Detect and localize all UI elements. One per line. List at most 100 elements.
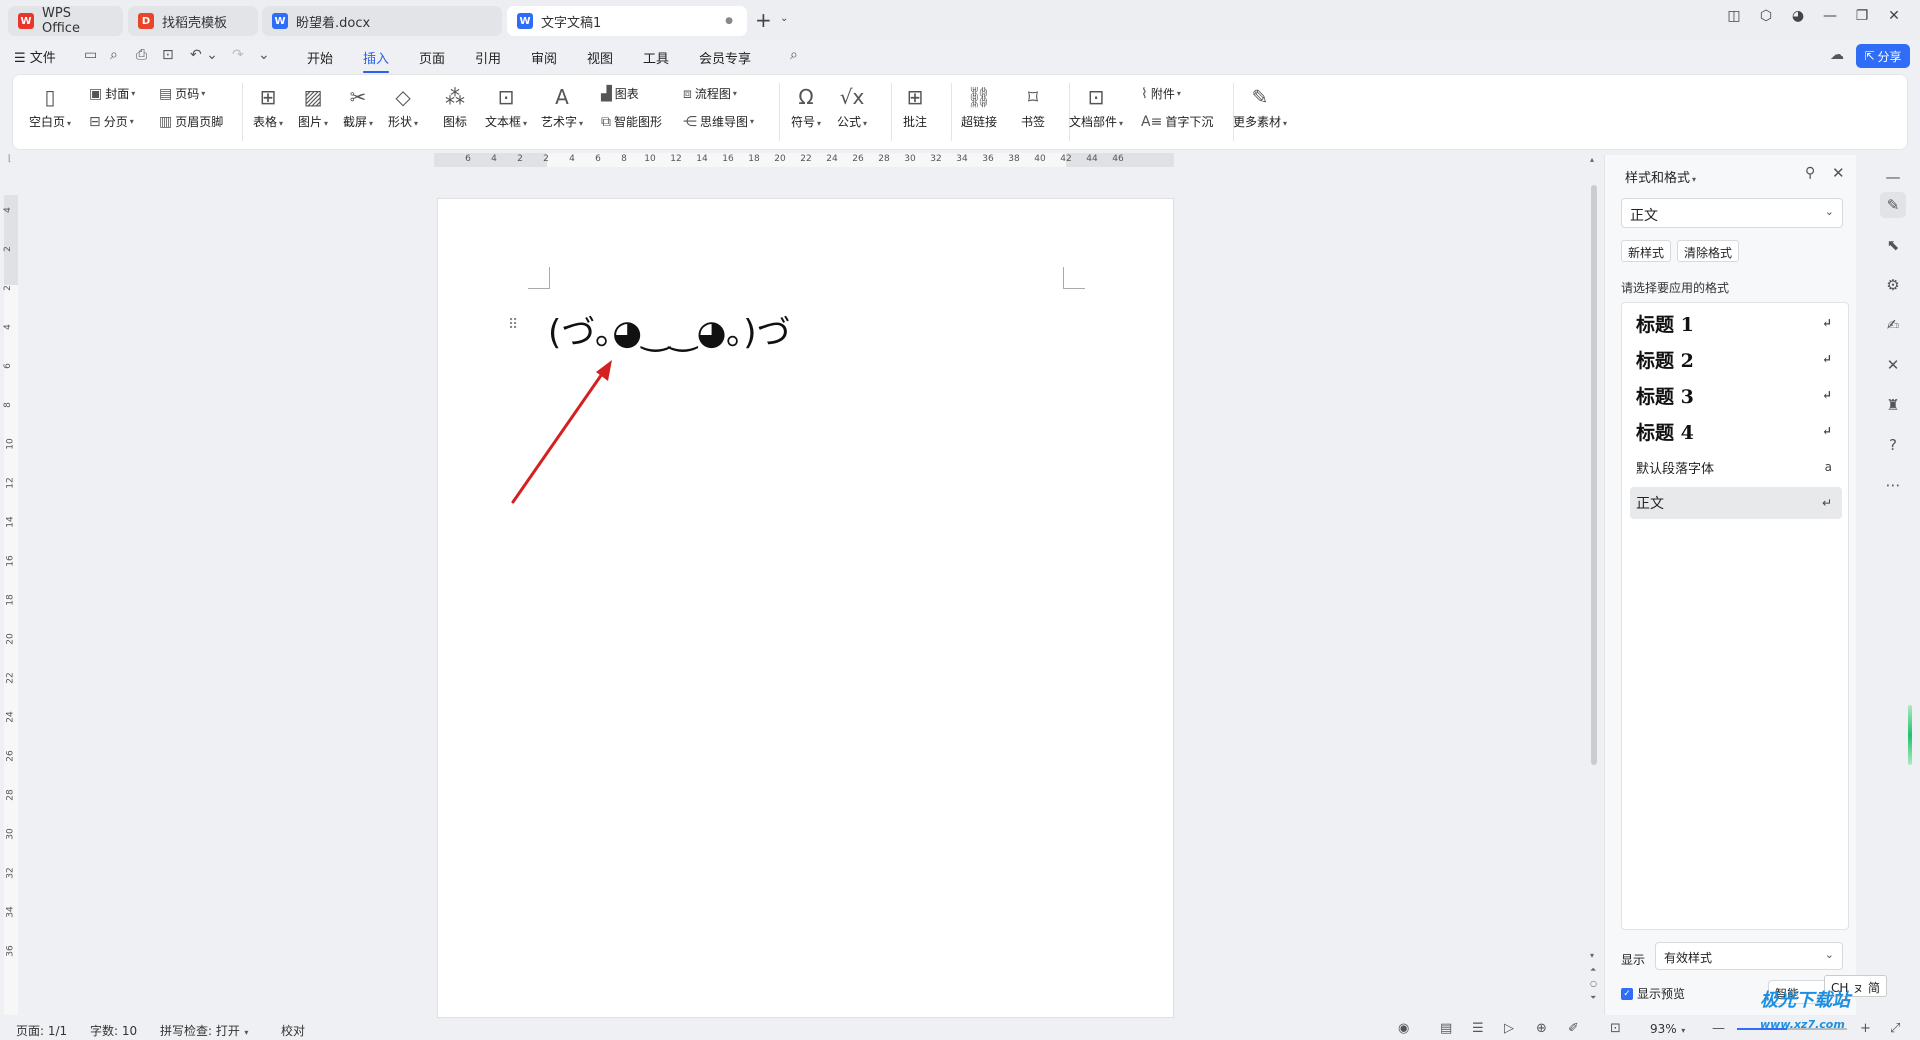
close-icon[interactable]: ✕ [1832, 164, 1845, 182]
header-footer-button[interactable]: ▥ 页眉页脚 [159, 113, 223, 130]
tab-home[interactable]: 开始 [307, 48, 333, 67]
tab-wps-office[interactable]: W WPS Office [8, 6, 123, 36]
tab-insert[interactable]: 插入 [363, 48, 390, 73]
style-heading-4[interactable]: 标题 4 ↵ [1630, 415, 1842, 447]
tab-page[interactable]: 页面 [419, 48, 445, 67]
save-icon[interactable]: ▭ [84, 47, 97, 63]
cloud-icon[interactable]: ☁ [1830, 47, 1844, 63]
comment-button[interactable]: ⊞ 批注 [903, 83, 927, 130]
eye-icon[interactable]: ◉ [1398, 1021, 1409, 1036]
page-number-button[interactable]: ▤ 页码 ▾ [159, 85, 205, 102]
panel-title[interactable]: 样式和格式 ▾ [1625, 167, 1696, 186]
style-body-text[interactable]: 正文 ↵ [1630, 487, 1842, 519]
help-icon[interactable]: ? [1880, 432, 1906, 458]
spell-check-status[interactable]: 拼写检查: 打开 ▾ [160, 1022, 248, 1039]
more-quick-access-icon[interactable]: ⌄ [258, 47, 270, 63]
select-cursor-icon[interactable]: ⬉ [1880, 232, 1906, 258]
chevron-down-icon[interactable]: ⌄ [780, 13, 788, 24]
vertical-ruler[interactable]: 4 2 2 4 6 8 10 12 14 16 18 20 22 24 26 28 30 32 34 36 [3, 195, 18, 1015]
redo-icon[interactable]: ↷ [232, 47, 244, 63]
close-window-icon[interactable]: ✕ [1878, 8, 1910, 24]
print-icon[interactable]: ⎙ [136, 47, 147, 63]
browse-object-icon[interactable]: ○ [1590, 979, 1597, 988]
search-icon[interactable]: ⌕ [790, 47, 798, 63]
scrollbar-thumb[interactable] [1591, 185, 1597, 765]
current-style-select[interactable]: 正文 ⌄ [1621, 198, 1843, 228]
screenshot-button[interactable]: ✂ 截屏 ▾ [343, 83, 373, 130]
clear-format-button[interactable]: 清除格式 [1677, 240, 1740, 262]
print-preview-icon[interactable]: ⊡ [162, 47, 174, 63]
show-preview-checkbox[interactable]: ✓ 显示预览 [1621, 985, 1685, 1002]
word-count[interactable]: 字数: 10 [90, 1022, 137, 1039]
ruler-corner-icon[interactable]: ⌊ [8, 154, 12, 164]
show-styles-select[interactable]: 有效样式 ⌄ [1655, 942, 1843, 970]
web-view-icon[interactable]: ⊕ [1536, 1021, 1547, 1036]
outline-view-icon[interactable]: ☰ [1472, 1021, 1484, 1036]
picture-button[interactable]: ▨ 图片 ▾ [298, 83, 328, 130]
file-menu[interactable]: ☰ 文件 [14, 47, 56, 66]
pen-icon[interactable]: ✐ [1568, 1021, 1579, 1036]
chart-button[interactable]: ▟ 图表 [601, 85, 639, 102]
attachment-button[interactable]: ⌇ 附件 ▾ [1141, 85, 1181, 102]
minimize-icon[interactable]: — [1814, 8, 1846, 24]
icon-button[interactable]: ⁂ 图标 [443, 83, 467, 130]
paragraph-drag-handle-icon[interactable]: ⠿ [508, 317, 518, 333]
tab-references[interactable]: 引用 [475, 48, 501, 67]
fullscreen-icon[interactable]: ⤢ [1890, 1021, 1900, 1036]
edit-doc-icon[interactable]: ✍ [1880, 312, 1906, 338]
tools-icon[interactable]: ✕ [1880, 352, 1906, 378]
new-style-button[interactable]: 新样式 [1621, 240, 1672, 262]
smart-graphic-button[interactable]: ⧉ 智能图形 [601, 113, 662, 130]
bookmark-button[interactable]: ⌑ 书签 [1021, 83, 1045, 130]
style-heading-3[interactable]: 标题 3 ↵ [1630, 379, 1842, 411]
share-button[interactable]: ⇱ 分享 [1856, 44, 1910, 68]
hyperlink-button[interactable]: ⛓ 超链接 [961, 83, 997, 130]
collapse-icon[interactable]: — [1880, 164, 1906, 190]
prev-page-icon[interactable]: ⏶ [1590, 965, 1596, 975]
tab-panwangzhe-docx[interactable]: W 盼望着.docx [262, 6, 502, 36]
page-view-icon[interactable]: ▤ [1440, 1021, 1452, 1036]
mindmap-button[interactable]: ⋲ 思维导图 ▾ [683, 113, 754, 130]
play-icon[interactable]: ▷ [1504, 1021, 1514, 1036]
tab-review[interactable]: 审阅 [531, 48, 557, 67]
tab-view[interactable]: 视图 [587, 48, 613, 67]
zoom-level[interactable]: 93% ▾ [1650, 1022, 1685, 1036]
shape-button[interactable]: ◇ 形状 ▾ [388, 83, 418, 130]
flowchart-button[interactable]: ⧈ 流程图 ▾ [683, 85, 737, 102]
zoom-out-icon[interactable]: — [1712, 1021, 1725, 1036]
proofread-button[interactable]: 校对 [281, 1022, 305, 1039]
style-heading-2[interactable]: 标题 2 ↵ [1630, 343, 1842, 375]
doc-parts-button[interactable]: ⊡ 文档部件 ▾ [1069, 83, 1123, 130]
document-text[interactable]: (づ｡◕‿‿◕｡)づ [548, 305, 791, 354]
table-button[interactable]: ⊞ 表格 ▾ [253, 83, 283, 130]
undo-icon[interactable]: ↶ ⌄ [190, 47, 218, 63]
more-materials-button[interactable]: ✎ 更多素材 ▾ [1233, 83, 1287, 130]
scroll-down-icon[interactable]: ▾ [1590, 951, 1594, 960]
tab-tools[interactable]: 工具 [643, 48, 669, 67]
more-dots-icon[interactable]: ⋯ [1880, 472, 1906, 498]
cube-icon[interactable]: ⬡ [1750, 8, 1782, 24]
style-default-paragraph-font[interactable]: 默认段落字体 a [1630, 451, 1842, 483]
blank-page-button[interactable]: ▯ 空白页 ▾ [29, 83, 71, 130]
horizontal-ruler[interactable]: 6 4 2 2 4 6 8 10 12 14 16 18 20 22 24 26 28 30 32 34 36 38 40 4… [434, 153, 1174, 167]
new-tab-plus-icon[interactable]: + [755, 8, 772, 32]
scroll-up-icon[interactable]: ▴ [1590, 155, 1594, 164]
restore-icon[interactable]: ❐ [1846, 8, 1878, 24]
page-break-button[interactable]: ⊟ 分页 ▾ [89, 113, 134, 130]
tab-docer-templates[interactable]: D 找稻壳模板 [128, 6, 258, 36]
wordart-button[interactable]: A 艺术字 ▾ [541, 83, 583, 130]
next-page-icon[interactable]: ⏷ [1590, 993, 1596, 1003]
style-pen-icon[interactable]: ✎ [1880, 192, 1906, 218]
tab-member[interactable]: 会员专享 [699, 48, 751, 67]
document-scrollbar[interactable]: ▴ ▾ ⏶ ○ ⏷ [1588, 155, 1602, 1015]
style-heading-1[interactable]: 标题 1 ↵ [1630, 307, 1842, 339]
pin-icon[interactable]: ⚲ [1805, 165, 1815, 181]
tab-document-1[interactable]: W 文字文稿1 ● [507, 6, 747, 36]
drop-cap-button[interactable]: A≡ 首字下沉 [1141, 113, 1213, 130]
avatar-icon[interactable]: ◕ [1782, 8, 1814, 24]
layout-icon[interactable]: ◫ [1718, 8, 1750, 24]
cover-button[interactable]: ▣ 封面 ▾ [89, 85, 135, 102]
formula-button[interactable]: √x 公式 ▾ [837, 83, 867, 130]
fit-page-icon[interactable]: ⊡ [1610, 1021, 1621, 1036]
textbox-button[interactable]: ⊡ 文本框 ▾ [485, 83, 527, 130]
